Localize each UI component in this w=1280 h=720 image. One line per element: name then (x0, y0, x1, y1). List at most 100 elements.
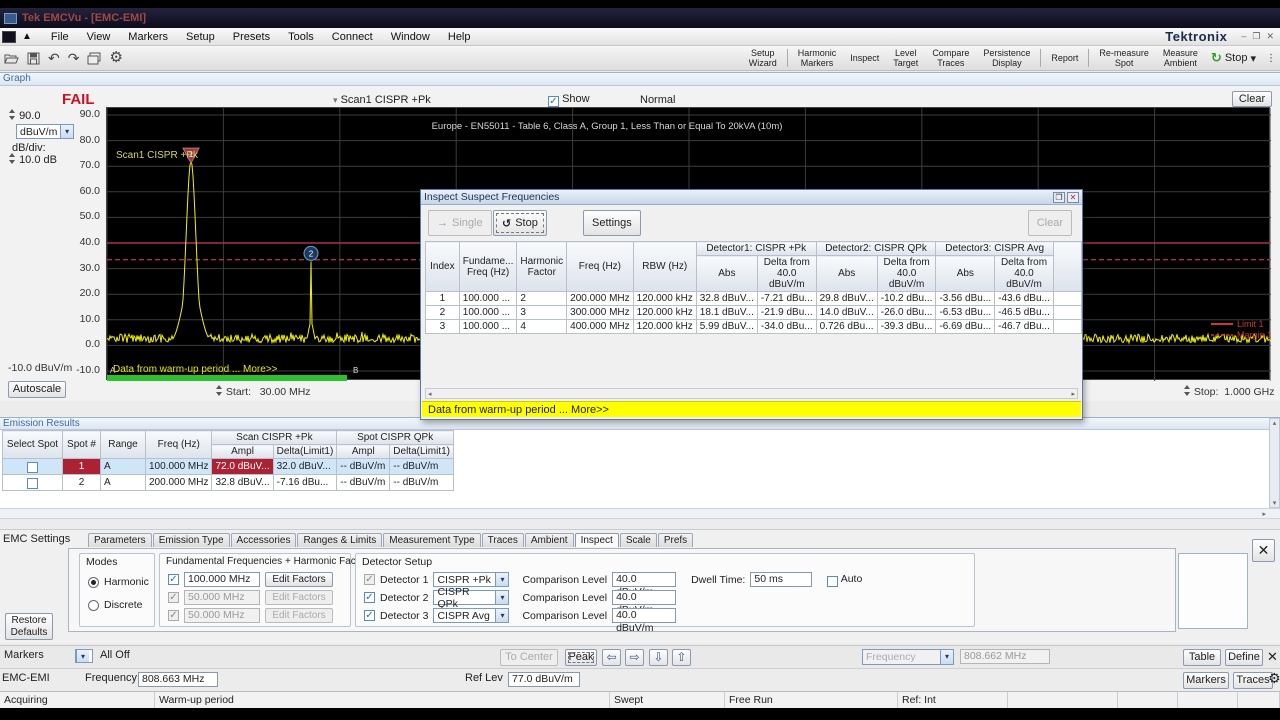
trace-selector[interactable]: ▾ Scan1 CISPR +Pk (333, 94, 431, 106)
edit-factors-button[interactable]: Edit Factors (265, 590, 333, 605)
emission-row[interactable]: ✓1A100.000 MHz72.0 dBuV...32.0 dBuV...--… (3, 459, 454, 475)
dialog-clear-button[interactable]: Clear (1028, 210, 1072, 236)
tab-scale[interactable]: Scale (620, 533, 657, 547)
scroll-down-icon[interactable]: ▾ (1270, 499, 1279, 507)
dialog-title-bar[interactable]: Inspect Suspect Frequencies ❐ ✕ (421, 190, 1082, 205)
scroll-left-icon[interactable]: ◂ (428, 390, 432, 398)
peak-button[interactable]: Peak (565, 649, 597, 666)
mode-option-discrete[interactable]: Discrete (88, 599, 143, 611)
mode-option-harmonic[interactable]: Harmonic (88, 576, 149, 588)
detector-type-combobox[interactable]: CISPR Avg▾ (433, 608, 509, 623)
checkbox-icon[interactable]: ✓ (548, 96, 559, 107)
tab-accessories[interactable]: Accessories (231, 533, 297, 547)
toolbar-button-persistence-display[interactable]: PersistenceDisplay (976, 46, 1037, 70)
markers-panel-button[interactable]: Markers (1183, 672, 1229, 689)
menu-file[interactable]: File (42, 29, 78, 45)
copy-window-icon[interactable] (87, 52, 101, 65)
tab-parameters[interactable]: Parameters (88, 533, 152, 547)
spinner-icon[interactable] (8, 153, 16, 164)
emission-table[interactable]: Select SpotSpot #RangeFreq (Hz)Scan CISP… (2, 430, 454, 491)
minimize-icon[interactable]: – (1241, 31, 1246, 42)
comparison-level-field[interactable]: 40.0 dBuV/m (612, 590, 676, 605)
toolbar-button-report[interactable]: Report (1044, 46, 1085, 70)
toolbar-button-compare-traces[interactable]: CompareTraces (925, 46, 976, 70)
peak-right-button[interactable]: ⇨ (625, 649, 644, 666)
gear-icon[interactable]: ⚙ (1268, 670, 1280, 687)
stop-acquisition-button[interactable]: ↻Stop▾ (1205, 50, 1262, 66)
tab-measurement-type[interactable]: Measurement Type (383, 533, 480, 547)
checkbox-icon[interactable]: ✓ (364, 592, 375, 603)
start-frequency-control[interactable]: Start: 30.00 MHz (215, 385, 311, 398)
ref-level-field[interactable]: 77.0 dBuV/m (508, 672, 580, 687)
toolbar-button-harmonic-markers[interactable]: HarmonicMarkers (791, 46, 844, 70)
settings-button[interactable]: Settings (583, 210, 641, 236)
undo-icon[interactable]: ↶ (48, 51, 60, 65)
menu-tools[interactable]: Tools (279, 29, 323, 45)
tab-ambient[interactable]: Ambient (525, 533, 574, 547)
checkbox-icon[interactable]: ✓ (364, 610, 375, 621)
ref-level-control[interactable]: 90.0 (8, 109, 40, 122)
checkbox-icon[interactable]: ✓ (168, 592, 179, 603)
warmup-warning-bar[interactable]: Data from warm-up period ... More>> (422, 401, 1081, 417)
select-spot-checkbox[interactable]: ✓ (27, 462, 38, 473)
fundamental-frequency-field[interactable]: 50.000 MHz (184, 590, 260, 605)
toolbar-button-measure-ambient[interactable]: MeasureAmbient (1156, 46, 1205, 70)
comparison-level-field[interactable]: 40.0 dBuV/m (612, 608, 676, 623)
spinner-icon[interactable] (8, 109, 16, 120)
menu-view[interactable]: View (78, 29, 120, 45)
suspect-row[interactable]: 2100.000 ...3300.000 MHz120.000 kHz18.1 … (426, 306, 1082, 320)
vertical-scrollbar[interactable]: ▴▾ (1269, 418, 1280, 508)
document-icon[interactable] (2, 31, 16, 43)
toolbar-button-level-target[interactable]: LevelTarget (886, 46, 925, 70)
checkbox-icon[interactable]: ✓ (168, 610, 179, 621)
tab-prefs[interactable]: Prefs (658, 533, 693, 547)
radio-icon[interactable] (88, 577, 99, 588)
toolbar-button-inspect[interactable]: Inspect (843, 46, 886, 70)
toolbar-button-re-measure-spot[interactable]: Re-measureSpot (1092, 46, 1156, 70)
marker-readout-combobox[interactable]: Frequency ▾ (862, 649, 954, 665)
marker-frequency-field[interactable]: 808.662 MHz (960, 649, 1050, 664)
suspect-row[interactable]: 3100.000 ...4400.000 MHz120.000 kHz5.99 … (426, 320, 1082, 334)
stop-button[interactable]: ↺ Stop (493, 210, 547, 236)
menu-setup[interactable]: Setup (177, 29, 224, 45)
checkbox-icon[interactable]: ✓ (827, 576, 838, 587)
save-icon[interactable] (27, 52, 40, 65)
autoscale-button[interactable]: Autoscale (8, 381, 66, 398)
tab-traces[interactable]: Traces (482, 533, 524, 547)
dialog-restore-icon[interactable]: ❐ (1053, 192, 1065, 203)
edit-factors-button[interactable]: Edit Factors (265, 608, 333, 623)
fundamental-frequency-field[interactable]: 100.000 MHz (184, 572, 260, 587)
spinner-icon[interactable] (1183, 385, 1191, 396)
gear-icon[interactable]: ⚙ (109, 51, 122, 65)
define-button[interactable]: Define (1225, 649, 1263, 666)
checkbox-icon[interactable]: ✓ (168, 574, 179, 585)
horizontal-scrollbar[interactable]: ▸ (0, 508, 1280, 519)
menu-markers[interactable]: Markers (119, 29, 177, 45)
clear-button[interactable]: Clear (1232, 91, 1272, 107)
menu-connect[interactable]: Connect (323, 29, 382, 45)
close-icon[interactable]: ✕ (1266, 31, 1274, 42)
detector-type-combobox[interactable]: CISPR QPk▾ (433, 590, 509, 605)
suspect-frequencies-table[interactable]: IndexFundame... Freq (Hz)Harmonic Factor… (425, 241, 1082, 334)
auto-checkbox[interactable]: ✓ Auto (827, 573, 862, 587)
menu-help[interactable]: Help (439, 29, 480, 45)
emission-results-table[interactable]: Select SpotSpot #RangeFreq (Hz)Scan CISP… (2, 430, 454, 491)
tab-emission-type[interactable]: Emission Type (153, 533, 230, 547)
eject-icon[interactable]: ▲ (22, 31, 32, 42)
restore-defaults-button[interactable]: Restore Defaults (5, 613, 53, 640)
show-checkbox[interactable]: ✓ Show (548, 93, 590, 107)
tab-inspect[interactable]: Inspect (575, 533, 619, 547)
dialog-close-icon[interactable]: ✕ (1067, 192, 1079, 203)
markers-close-icon[interactable]: ✕ (1267, 649, 1278, 665)
comparison-level-field[interactable]: 40.0 dBuV/m (612, 572, 676, 587)
tab-ranges-limits[interactable]: Ranges & Limits (297, 533, 382, 547)
traces-panel-button[interactable]: Traces (1233, 672, 1273, 689)
emc-settings-close-button[interactable]: ✕ (1252, 539, 1275, 562)
redo-icon[interactable]: ↷ (68, 51, 80, 65)
child-window-controls[interactable]: – ❐ ✕ (1241, 31, 1274, 42)
checkbox-icon[interactable]: ✓ (364, 574, 375, 585)
peak-down-button[interactable]: ⇩ (649, 649, 668, 666)
markers-combobox[interactable]: ▾ (75, 649, 93, 663)
select-spot-checkbox[interactable]: ✓ (27, 478, 38, 489)
scroll-right-icon[interactable]: ▸ (1262, 510, 1266, 518)
